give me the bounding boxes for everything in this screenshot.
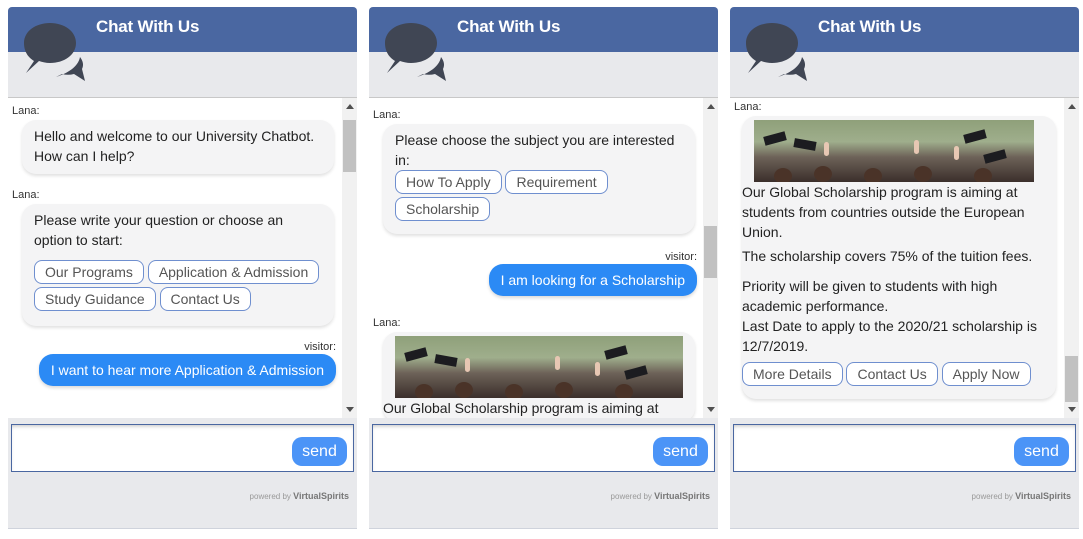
message-paragraph: Our Global Scholarship program is aiming… — [742, 184, 1025, 240]
scrollbar[interactable] — [342, 98, 357, 418]
chat-bubbles-icon — [24, 23, 85, 81]
powered-prefix: powered by — [610, 492, 652, 501]
bot-message: Our Global Scholarship program is aiming… — [742, 116, 1056, 399]
chat-bubbles-icon — [746, 23, 807, 81]
message-input[interactable] — [738, 425, 1008, 469]
chat-title: Chat With Us — [457, 17, 561, 36]
scroll-down-icon[interactable] — [346, 407, 354, 412]
chat-widget-3: Chat With Us Lana: Our Global Scholarshi… — [730, 7, 1079, 529]
sender-label: Lana: — [12, 189, 40, 201]
send-button[interactable]: send — [1014, 437, 1069, 466]
scroll-thumb[interactable] — [343, 120, 356, 172]
option-our-programs[interactable]: Our Programs — [34, 260, 144, 284]
option-contact-us[interactable]: Contact Us — [159, 287, 251, 311]
chat-bubbles-icon — [385, 23, 446, 81]
option-study-guidance[interactable]: Study Guidance — [34, 287, 156, 311]
visitor-message: I want to hear more Application & Admiss… — [38, 354, 336, 386]
sender-label: visitor: — [665, 251, 697, 263]
scroll-thumb[interactable] — [1065, 356, 1078, 402]
scrollbar[interactable] — [1064, 98, 1079, 418]
graduation-caps-photo — [754, 120, 1034, 182]
bot-message: Please write your question or choose an … — [22, 204, 334, 326]
option-application-admission[interactable]: Application & Admission — [147, 260, 320, 284]
sender-label: Lana: — [734, 101, 762, 113]
sender-label: visitor: — [304, 341, 336, 353]
scroll-down-icon[interactable] — [1068, 407, 1076, 412]
message-text: Hello and welcome to our University Chat… — [34, 128, 315, 164]
message-input[interactable] — [377, 425, 647, 469]
powered-by: powered by VirtualSpirits — [611, 491, 710, 501]
option-scholarship[interactable]: Scholarship — [395, 197, 491, 221]
message-input-area: send — [372, 424, 715, 472]
sender-label: Lana: — [373, 317, 401, 329]
message-input-area: send — [11, 424, 354, 472]
message-input[interactable] — [16, 425, 286, 469]
sender-label: Lana: — [373, 109, 401, 121]
message-list[interactable]: Lana: Our Global Scholarship program is … — [730, 97, 1079, 418]
sender-label: Lana: — [12, 105, 40, 117]
message-paragraph: Last Date to apply to the 2020/21 schola… — [742, 318, 1037, 354]
powered-brand[interactable]: VirtualSpirits — [1015, 491, 1071, 501]
chat-widget-2: Chat With Us Lana: Please choose the sub… — [369, 7, 718, 529]
visitor-message: I am looking for a Scholarship — [488, 264, 697, 296]
powered-by: powered by VirtualSpirits — [972, 491, 1071, 501]
powered-prefix: powered by — [249, 492, 291, 501]
message-text: Please write your question or choose an … — [34, 212, 284, 248]
send-button[interactable]: send — [653, 437, 708, 466]
option-how-to-apply[interactable]: How To Apply — [395, 170, 502, 194]
scroll-thumb[interactable] — [704, 226, 717, 278]
option-contact-us[interactable]: Contact Us — [846, 362, 938, 386]
bot-message: Our Global Scholarship program is aiming… — [383, 332, 695, 418]
scrollbar[interactable] — [703, 98, 718, 418]
chat-title: Chat With Us — [96, 17, 200, 36]
option-apply-now[interactable]: Apply Now — [941, 362, 1031, 386]
scroll-up-icon[interactable] — [346, 104, 354, 109]
scroll-up-icon[interactable] — [707, 104, 715, 109]
powered-brand[interactable]: VirtualSpirits — [293, 491, 349, 501]
option-more-details[interactable]: More Details — [742, 362, 843, 386]
chat-widget-1: Chat With Us Lana: Hello and welcome to … — [8, 7, 357, 529]
message-paragraph: The scholarship covers 75% of the tuitio… — [742, 248, 1033, 264]
message-text: Please choose the subject you are intere… — [395, 132, 675, 168]
scroll-up-icon[interactable] — [1068, 104, 1076, 109]
message-text: Our Global Scholarship program is aiming… — [383, 400, 659, 416]
powered-by: powered by VirtualSpirits — [250, 491, 349, 501]
bot-message: Hello and welcome to our University Chat… — [22, 120, 334, 174]
message-input-area: send — [733, 424, 1076, 472]
message-list[interactable]: Lana: Please choose the subject you are … — [369, 97, 718, 418]
powered-brand[interactable]: VirtualSpirits — [654, 491, 710, 501]
bot-message: Please choose the subject you are intere… — [383, 124, 695, 234]
send-button[interactable]: send — [292, 437, 347, 466]
powered-prefix: powered by — [971, 492, 1013, 501]
option-requirement[interactable]: Requirement — [505, 170, 608, 194]
graduation-caps-photo — [395, 336, 683, 398]
chat-title: Chat With Us — [818, 17, 922, 36]
message-list[interactable]: Lana: Hello and welcome to our Universit… — [8, 97, 357, 418]
message-paragraph: Priority will be given to students with … — [742, 278, 998, 314]
scroll-down-icon[interactable] — [707, 407, 715, 412]
